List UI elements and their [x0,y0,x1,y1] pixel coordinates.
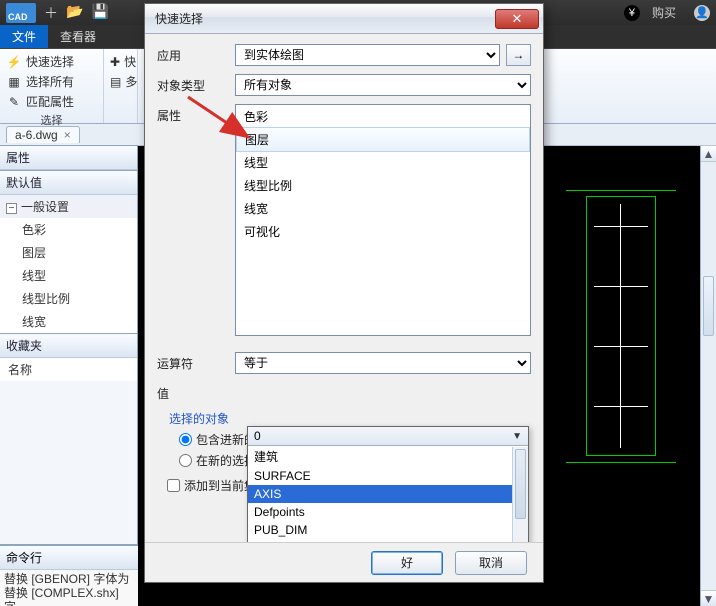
value-option[interactable]: AXIS_TEXT [248,539,528,542]
value-option[interactable]: PUB_DIM [248,521,528,539]
dialog-close-button[interactable]: ✕ [495,9,539,29]
command-line-panel: 命令行 替换 [GBENOR] 字体为 替换 [COMPLEX.shx] 字 [0,544,138,606]
obj-type-label: 对象类型 [157,74,235,94]
ribbon-select-all[interactable]: ▦选择所有 [6,73,97,90]
value-dropdown-header[interactable]: 0 ▼ [248,427,528,446]
canvas-vscrollbar[interactable]: ▲ ▼ [700,146,716,606]
app-icon: CAD [6,3,36,23]
command-line-body[interactable]: 替换 [GBENOR] 字体为 替换 [COMPLEX.shx] 字 [0,570,138,606]
properties-general[interactable]: −一般设置 [0,195,137,218]
value-current: 0 [254,429,261,443]
prop-row-linetype[interactable]: 线型 [0,264,137,287]
ribbon-quick-select-label: 快速选择 [26,53,74,70]
save-file-icon[interactable]: 💾 [91,3,108,23]
cmd-line-2: 替换 [COMPLEX.shx] 字 [4,586,134,606]
value-option[interactable]: Defpoints [248,503,528,521]
apply-pick-button[interactable]: → [506,44,531,66]
select-group-label: 选择的对象 [169,410,531,427]
append-label: 添加到当前集 [184,477,256,494]
value-dropdown-open: 0 ▼ 建筑SURFACEAXISDefpointsPUB_DIMAXIS_TE… [247,426,529,542]
buy-link[interactable]: 购买 [652,4,676,21]
ribbon-multi[interactable]: ▤多 [110,73,131,90]
obj-type-select[interactable]: 所有对象 [235,74,531,96]
match-icon: ✎ [6,94,22,110]
ok-button[interactable]: 好 [371,551,443,575]
favorites-header[interactable]: 收藏夹 [0,334,137,358]
properties-title: 属性 [0,146,137,170]
dialog-titlebar[interactable]: 快速选择 ✕ [145,4,543,34]
grid-icon: ▤ [110,74,121,90]
currency-icon: ¥ [624,5,640,21]
value-option[interactable]: AXIS [248,485,528,503]
scroll-up-icon[interactable]: ▲ [701,146,716,162]
quick-select-dialog: 快速选择 ✕ 应用 到实体绘图 → 对象类型 所有对象 属性 色彩 图层 线型 [144,3,544,583]
tab-file[interactable]: 文件 [0,25,48,48]
chevron-down-icon: ▼ [512,431,522,442]
tab-viewer[interactable]: 查看器 [48,25,108,48]
ribbon-match-props[interactable]: ✎匹配属性 [6,93,97,110]
plus-icon: ✚ [110,54,120,70]
cmd-line-1: 替换 [GBENOR] 字体为 [4,572,134,586]
new-file-icon[interactable]: ＋ [44,3,58,23]
apply-label: 应用 [157,44,235,64]
apply-select[interactable]: 到实体绘图 [235,44,500,66]
prop-item-color[interactable]: 色彩 [236,105,530,128]
ribbon-match-props-label: 匹配属性 [26,93,74,110]
prop-item-layer[interactable]: 图层 [236,127,530,152]
scroll-thumb[interactable] [703,276,714,336]
prop-row-color[interactable]: 色彩 [0,218,137,241]
dialog-body: 应用 到实体绘图 → 对象类型 所有对象 属性 色彩 图层 线型 线型比例 线宽 [145,34,543,542]
ribbon-multi-label: 多 [125,73,137,90]
dialog-title: 快速选择 [155,10,495,27]
cancel-button[interactable]: 取消 [455,551,527,575]
operator-label: 运算符 [157,352,235,372]
prop-row-ltscale[interactable]: 线型比例 [0,287,137,310]
selectall-icon: ▦ [6,74,22,90]
properties-label: 属性 [157,104,235,124]
radio-exclude[interactable] [179,454,192,467]
operator-select[interactable]: 等于 [235,352,531,374]
ribbon-group-select: ⚡快速选择 ▦选择所有 ✎匹配属性 选择 [0,49,104,123]
radio-include[interactable] [179,433,192,446]
properties-default[interactable]: 默认值 [0,171,137,195]
floor-plan [586,196,656,456]
user-icon[interactable]: 👤 [694,5,710,21]
file-tab[interactable]: a-6.dwg × [6,126,80,143]
dialog-buttons: 好 取消 [145,542,543,582]
append-checkbox[interactable] [167,479,180,492]
open-file-icon[interactable]: 📂 [66,3,83,23]
prop-item-lineweight[interactable]: 线宽 [236,197,530,220]
properties-panel: 属性 默认值 −一般设置 色彩 图层 线型 线型比例 线宽 收藏夹 名称 命令行… [0,146,138,606]
prop-item-visibility[interactable]: 可视化 [236,220,530,243]
file-tab-label: a-6.dwg [15,128,58,142]
file-tab-close-icon[interactable]: × [64,128,71,142]
value-option[interactable]: 建筑 [248,446,528,467]
value-label: 值 [157,382,235,402]
ribbon-select-all-label: 选择所有 [26,73,74,90]
ribbon-group-extra: ✚快 ▤多 [104,49,138,123]
scroll-down-icon[interactable]: ▼ [701,590,716,606]
dropdown-scrollbar[interactable] [512,447,528,542]
command-line-title: 命令行 [0,545,138,570]
quick-access-toolbar: ＋ 📂 💾 [44,3,109,23]
ribbon-quick2-label: 快 [124,53,136,70]
properties-listbox[interactable]: 色彩 图层 线型 线型比例 线宽 可视化 [235,104,531,336]
prop-item-ltscale[interactable]: 线型比例 [236,174,530,197]
ribbon-quick-select[interactable]: ⚡快速选择 [6,53,97,70]
ribbon-quick2[interactable]: ✚快 [110,53,131,70]
prop-row-layer[interactable]: 图层 [0,241,137,264]
prop-row-lineweight[interactable]: 线宽 [0,310,137,333]
prop-item-linetype[interactable]: 线型 [236,151,530,174]
properties-general-label: 一般设置 [21,200,69,214]
tree-collapse-icon[interactable]: − [6,203,17,214]
dropdown-scroll-thumb[interactable] [515,449,526,519]
value-option[interactable]: SURFACE [248,467,528,485]
lightning-icon: ⚡ [6,54,22,70]
favorites-name[interactable]: 名称 [0,358,137,381]
